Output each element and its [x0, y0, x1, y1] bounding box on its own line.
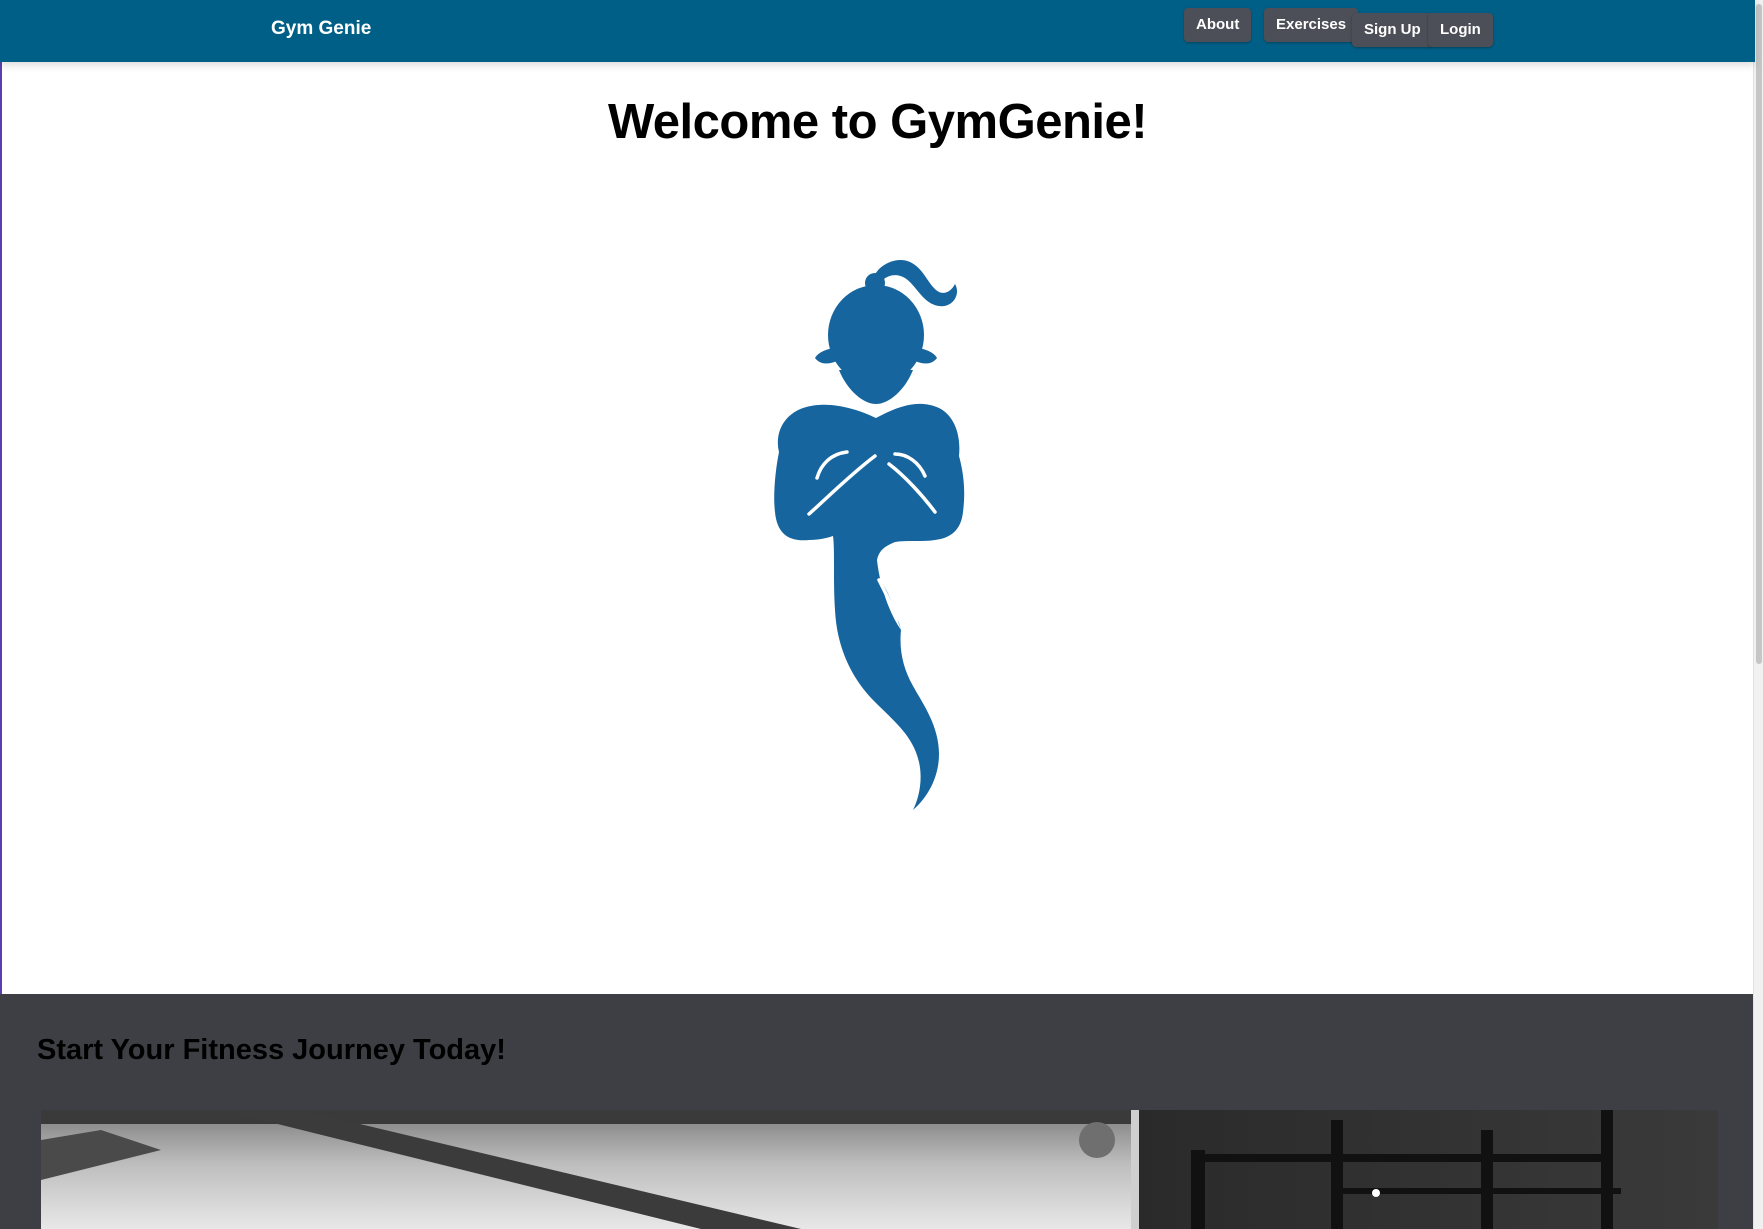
exercises-button[interactable]: Exercises — [1264, 8, 1359, 42]
page-title: Welcome to GymGenie! — [607, 95, 1148, 149]
genie-logo-icon — [774, 260, 965, 810]
page: Gym Genie About Exercises Sign Up Login … — [0, 0, 1763, 1229]
navbar: Gym Genie About Exercises Sign Up Login — [0, 0, 1755, 62]
signup-button[interactable]: Sign Up — [1352, 13, 1433, 47]
about-button[interactable]: About — [1184, 8, 1252, 42]
scrollbar-thumb[interactable] — [1756, 4, 1762, 664]
journey-title: Start Your Fitness Journey Today! — [37, 1034, 506, 1066]
login-button[interactable]: Login — [1428, 13, 1493, 47]
vertical-scrollbar[interactable] — [1753, 0, 1763, 1229]
gym-photo — [41, 1110, 1718, 1229]
brand-link[interactable]: Gym Genie — [271, 18, 371, 40]
journey-section: Start Your Fitness Journey Today! — [0, 994, 1755, 1229]
gym-photo-image — [41, 1110, 1718, 1229]
